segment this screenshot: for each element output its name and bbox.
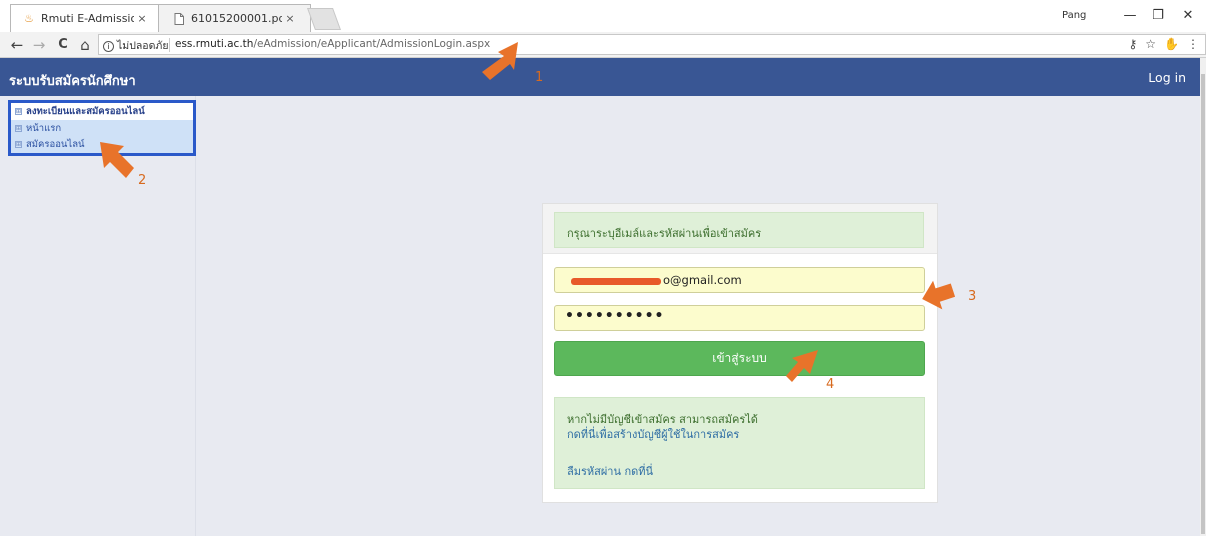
password-field[interactable]: •••••••••• (554, 305, 925, 331)
browser-tab-strip: ♨ Rmuti E-Admission × 61015200001.pdf × … (0, 0, 1206, 32)
url-separator (169, 38, 170, 52)
email-field[interactable]: o@gmail.com (554, 267, 925, 293)
login-panel: กรุณาระบุอีเมล์และรหัสผ่านเพื่อเข้าสมัคร… (542, 203, 938, 503)
annotation-arrow-4-icon (786, 350, 818, 382)
annotation-number-3: 3 (968, 289, 977, 304)
scrollbar-thumb[interactable] (1201, 74, 1205, 534)
profile-name[interactable]: Pang (1062, 10, 1086, 21)
minimize-icon[interactable]: — (1118, 6, 1142, 26)
tab-rmuti-admission[interactable]: ♨ Rmuti E-Admission × (10, 4, 163, 32)
forward-icon[interactable]: → (28, 34, 50, 56)
back-icon[interactable]: ← (6, 34, 28, 56)
sidebar-item-register-online[interactable]: ⊞ ลงทะเบียนและสมัครออนไลน์ (11, 103, 193, 120)
menu-icon[interactable]: ⋮ (1187, 37, 1199, 51)
address-bar-icons: ⚷ ☆ ✋ ⋮ (1128, 37, 1199, 51)
login-button[interactable]: เข้าสู่ระบบ (554, 341, 925, 376)
site-header: ระบบรับสมัครนักศึกษา Log in (0, 58, 1200, 96)
home-icon[interactable]: ⌂ (74, 34, 96, 56)
tab-pdf[interactable]: 61015200001.pdf × (158, 4, 311, 32)
new-tab-button[interactable] (306, 8, 342, 30)
bullet-icon: ⊞ (15, 124, 22, 132)
no-account-text: หากไม่มีบัญชีเข้าสมัคร สามารถสมัครได้ (567, 413, 758, 426)
email-value: o@gmail.com (663, 273, 742, 287)
tab-title: 61015200001.pdf (191, 12, 282, 25)
extension-icon[interactable]: ✋ (1164, 37, 1179, 51)
page-content: ⊞ ลงทะเบียนและสมัครออนไลน์ ⊞ หน้าแรก ⊞ ส… (0, 96, 1200, 536)
tab-close-icon[interactable]: × (282, 12, 298, 25)
annotation-arrow-3-icon (922, 280, 956, 310)
annotation-number-1: 1 (535, 70, 544, 85)
annotation-arrow-2-icon (100, 142, 134, 178)
login-instruction: กรุณาระบุอีเมล์และรหัสผ่านเพื่อเข้าสมัคร (554, 212, 924, 248)
sidebar-item-home[interactable]: ⊞ หน้าแรก (11, 120, 193, 136)
close-window-icon[interactable]: ✕ (1176, 6, 1200, 26)
site-favicon-icon: ♨ (24, 11, 34, 25)
create-account-link[interactable]: กดที่นี่เพื่อสร้างบัญชีผู้ใช้ในการสมัคร (567, 427, 924, 442)
url-input[interactable]: i ไม่ปลอดภัย ess.rmuti.ac.th/eAdmission/e… (98, 34, 1206, 55)
login-link[interactable]: Log in (1148, 70, 1186, 85)
sidebar-item-label: ลงทะเบียนและสมัครออนไลน์ (26, 106, 145, 117)
star-icon[interactable]: ☆ (1145, 37, 1156, 51)
bullet-icon: ⊞ (15, 140, 22, 148)
security-label: ไม่ปลอดภัย (117, 40, 169, 52)
annotation-arrow-1-icon (482, 42, 518, 80)
key-icon[interactable]: ⚷ (1128, 37, 1137, 51)
site-title[interactable]: ระบบรับสมัครนักศึกษา (9, 70, 136, 91)
login-panel-heading: กรุณาระบุอีเมล์และรหัสผ่านเพื่อเข้าสมัคร (543, 204, 937, 254)
url-path: /eAdmission/eApplicant/AdmissionLogin.as… (253, 38, 491, 50)
sidebar-item-label: หน้าแรก (26, 122, 62, 134)
expand-icon: ⊞ (15, 108, 22, 115)
forgot-password-link[interactable]: ลืมรหัสผ่าน กดที่นี่ (567, 464, 924, 479)
tab-title: Rmuti E-Admission (41, 12, 134, 25)
address-bar-row: ← → C ⌂ i ไม่ปลอดภัย ess.rmuti.ac.th/eAdm… (0, 32, 1206, 58)
page-scrollbar[interactable] (1200, 58, 1206, 536)
restore-icon[interactable]: ❐ (1146, 6, 1170, 26)
redaction-mark (571, 278, 661, 285)
tab-close-icon[interactable]: × (134, 12, 150, 25)
security-indicator[interactable]: i ไม่ปลอดภัย (103, 37, 169, 54)
info-icon: i (103, 41, 114, 52)
url-host: ess.rmuti.ac.th (175, 38, 254, 50)
url-text: ess.rmuti.ac.th/eAdmission/eApplicant/Ad… (175, 38, 490, 50)
sidebar-item-label: สมัครออนไลน์ (26, 138, 85, 150)
document-icon (173, 12, 185, 25)
register-info-box: หากไม่มีบัญชีเข้าสมัคร สามารถสมัครได้ กด… (554, 397, 925, 489)
annotation-number-2: 2 (138, 173, 147, 188)
annotation-number-4: 4 (826, 377, 835, 392)
reload-icon[interactable]: C (52, 34, 74, 56)
